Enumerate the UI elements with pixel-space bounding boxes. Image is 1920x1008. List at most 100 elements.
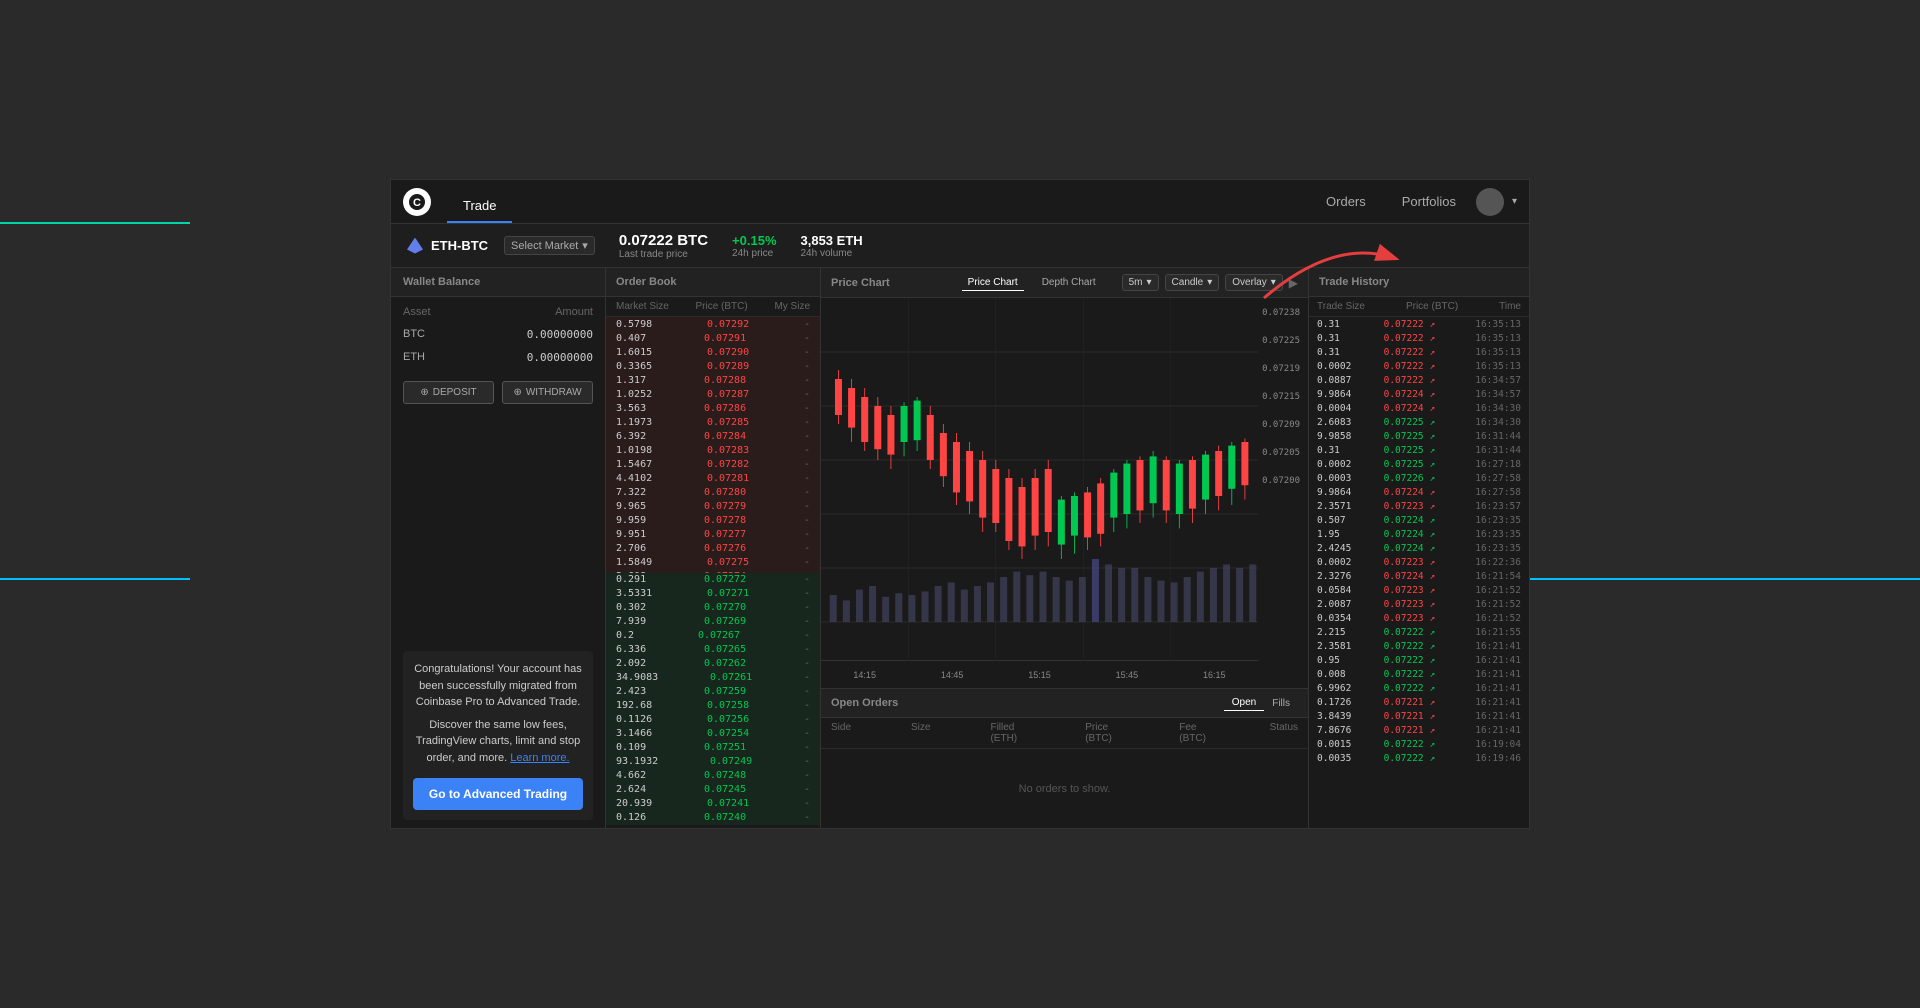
withdraw-icon: ⊕ [513, 387, 521, 398]
th-row: 0.310.07225 ↗16:31:44 [1309, 443, 1529, 457]
price-change-block: +0.15% 24h price [732, 233, 776, 259]
ob-buy-row[interactable]: 6.3360.07265- [606, 643, 820, 657]
sub-header: ETH-BTC Select Market ▾ 0.07222 BTC Last… [391, 224, 1529, 268]
th-row: 0.00150.07222 ↗16:19:04 [1309, 737, 1529, 751]
price-info: 0.07222 BTC Last trade price +0.15% 24h … [619, 232, 863, 260]
timeframe-dropdown[interactable]: 5m▾ [1122, 274, 1159, 291]
th-row: 0.08870.07222 ↗16:34:57 [1309, 373, 1529, 387]
price-level-4: 0.07215 [1262, 392, 1300, 402]
avatar[interactable] [1476, 188, 1504, 216]
ob-buy-row[interactable]: 20.9390.07241- [606, 797, 820, 811]
oo-col-headers: Side Size Filled (ETH) Price (BTC) Fee (… [821, 718, 1308, 749]
ob-buy-row[interactable]: 0.20.07267- [606, 629, 820, 643]
ob-buy-row[interactable]: 0.11260.07256- [606, 713, 820, 727]
ob-buy-row[interactable]: 3.53310.07271- [606, 587, 820, 601]
asset-col-headers: Asset Amount [391, 301, 605, 323]
ob-sell-row[interactable]: 1.60150.07290- [606, 345, 820, 359]
expand-icon[interactable]: ▶ [1289, 276, 1298, 290]
th-row: 2.2150.07222 ↗16:21:55 [1309, 625, 1529, 639]
ob-sell-row[interactable]: 9.9650.07279- [606, 499, 820, 513]
candle-dropdown[interactable]: Candle▾ [1165, 274, 1220, 291]
ob-sell-row[interactable]: 9.9590.07278- [606, 513, 820, 527]
deposit-label: DEPOSIT [433, 387, 477, 398]
price-level-7: 0.07200 [1262, 476, 1300, 486]
ob-sell-orders: 0.57980.07292-0.4070.07291-1.60150.07290… [606, 317, 820, 573]
ob-buy-row[interactable]: 2.0920.07262- [606, 657, 820, 671]
nav-orders[interactable]: Orders [1310, 180, 1382, 223]
th-row: 0.00040.07224 ↗16:34:30 [1309, 401, 1529, 415]
ob-sell-row[interactable]: 1.01980.07283- [606, 443, 820, 457]
migration-box: Congratulations! Your account has been s… [403, 651, 593, 820]
ob-sell-row[interactable]: 1.58490.07275- [606, 555, 820, 569]
deposit-icon: ⊕ [420, 387, 428, 398]
chart-header: Price Chart Price Chart Depth Chart 5m▾ … [821, 268, 1308, 298]
th-row: 9.98640.07224 ↗16:27:58 [1309, 485, 1529, 499]
svg-text:C: C [413, 197, 421, 209]
ob-sell-row[interactable]: 1.02520.07287- [606, 387, 820, 401]
th-row: 2.32760.07224 ↗16:21:54 [1309, 569, 1529, 583]
time-label-3: 15:15 [1028, 670, 1051, 680]
select-market-btn[interactable]: Select Market ▾ [504, 236, 595, 255]
overlay-dropdown[interactable]: Overlay▾ [1225, 274, 1282, 291]
ob-col-market-size: Market Size [616, 301, 669, 312]
outer-wrapper: C Trade Orders Portfolios ▾ [0, 0, 1920, 1008]
th-row: 0.17260.07221 ↗16:21:41 [1309, 695, 1529, 709]
col-amount: Amount [555, 306, 593, 318]
price-change-label: 24h price [732, 248, 776, 259]
ob-buy-row[interactable]: 192.680.07258- [606, 699, 820, 713]
ob-sell-row[interactable]: 0.4070.07291- [606, 331, 820, 345]
ob-sell-row[interactable]: 4.41020.07281- [606, 471, 820, 485]
ob-sell-row[interactable]: 6.3920.07284- [606, 429, 820, 443]
market-pair: ETH-BTC [431, 238, 488, 253]
ob-sell-row[interactable]: 1.54670.07282- [606, 457, 820, 471]
ob-sell-row[interactable]: 0.33650.07289- [606, 359, 820, 373]
ob-buy-row[interactable]: 34.90830.07261- [606, 671, 820, 685]
ob-buy-row[interactable]: 93.19320.07249- [606, 755, 820, 769]
th-row: 9.98580.07225 ↗16:31:44 [1309, 429, 1529, 443]
withdraw-button[interactable]: ⊕ WITHDRAW [502, 381, 593, 404]
ob-buy-row[interactable]: 2.6240.07245- [606, 783, 820, 797]
col-asset: Asset [403, 306, 431, 318]
oo-tab-fills[interactable]: Fills [1264, 696, 1298, 711]
ob-buy-row[interactable]: 0.2910.07272- [606, 573, 820, 587]
nav-right: Orders Portfolios ▾ [1310, 180, 1529, 223]
eth-icon [407, 238, 423, 254]
nav-tab-trade[interactable]: Trade [447, 180, 512, 223]
main-content: Wallet Balance Asset Amount BTC 0.000000… [391, 268, 1529, 828]
oo-col-filled: Filled (ETH) [990, 722, 1025, 744]
ob-buy-row[interactable]: 0.3020.07270- [606, 601, 820, 615]
chevron-down-icon[interactable]: ▾ [1512, 196, 1517, 207]
open-orders-header: Open Orders Open Fills [821, 689, 1308, 718]
ob-sell-row[interactable]: 9.9510.07277- [606, 527, 820, 541]
oo-tab-open[interactable]: Open [1224, 695, 1264, 711]
wallet-actions: ⊕ DEPOSIT ⊕ WITHDRAW [391, 373, 605, 412]
time-label-1: 14:15 [853, 670, 876, 680]
ob-buy-row[interactable]: 3.14660.07254- [606, 727, 820, 741]
ob-sell-row[interactable]: 3.5630.07286- [606, 401, 820, 415]
volume-block: 3,853 ETH 24h volume [801, 233, 863, 259]
asset-eth-amount: 0.00000000 [527, 351, 593, 364]
chart-tab-depth[interactable]: Depth Chart [1036, 275, 1102, 291]
ob-buy-row[interactable]: 4.6620.07248- [606, 769, 820, 783]
learn-more-link[interactable]: Learn more. [510, 752, 569, 764]
th-row: 7.86760.07221 ↗16:21:41 [1309, 723, 1529, 737]
th-col-time: Time [1499, 301, 1521, 312]
nav-portfolios[interactable]: Portfolios [1386, 180, 1472, 223]
th-row: 2.60830.07225 ↗16:34:30 [1309, 415, 1529, 429]
asset-row-btc: BTC 0.00000000 [391, 323, 605, 346]
ob-sell-row[interactable]: 7.3220.07280- [606, 485, 820, 499]
oo-col-size: Size [911, 722, 930, 744]
ob-buy-row[interactable]: 0.1260.07240- [606, 811, 820, 825]
price-level-1: 0.07238 [1262, 308, 1300, 318]
ob-buy-row[interactable]: 7.9390.07269- [606, 615, 820, 629]
ob-sell-row[interactable]: 2.7060.07276- [606, 541, 820, 555]
ob-sell-row[interactable]: 1.19730.07285- [606, 415, 820, 429]
goto-advanced-trading-button[interactable]: Go to Advanced Trading [413, 778, 583, 810]
ob-buy-row[interactable]: 0.1090.07251- [606, 741, 820, 755]
deposit-button[interactable]: ⊕ DEPOSIT [403, 381, 494, 404]
chart-tab-price[interactable]: Price Chart [962, 275, 1024, 291]
ob-sell-row[interactable]: 1.3170.07288- [606, 373, 820, 387]
ob-buy-row[interactable]: 2.4230.07259- [606, 685, 820, 699]
open-orders: Open Orders Open Fills Side Size Filled … [821, 688, 1308, 828]
ob-sell-row[interactable]: 0.57980.07292- [606, 317, 820, 331]
